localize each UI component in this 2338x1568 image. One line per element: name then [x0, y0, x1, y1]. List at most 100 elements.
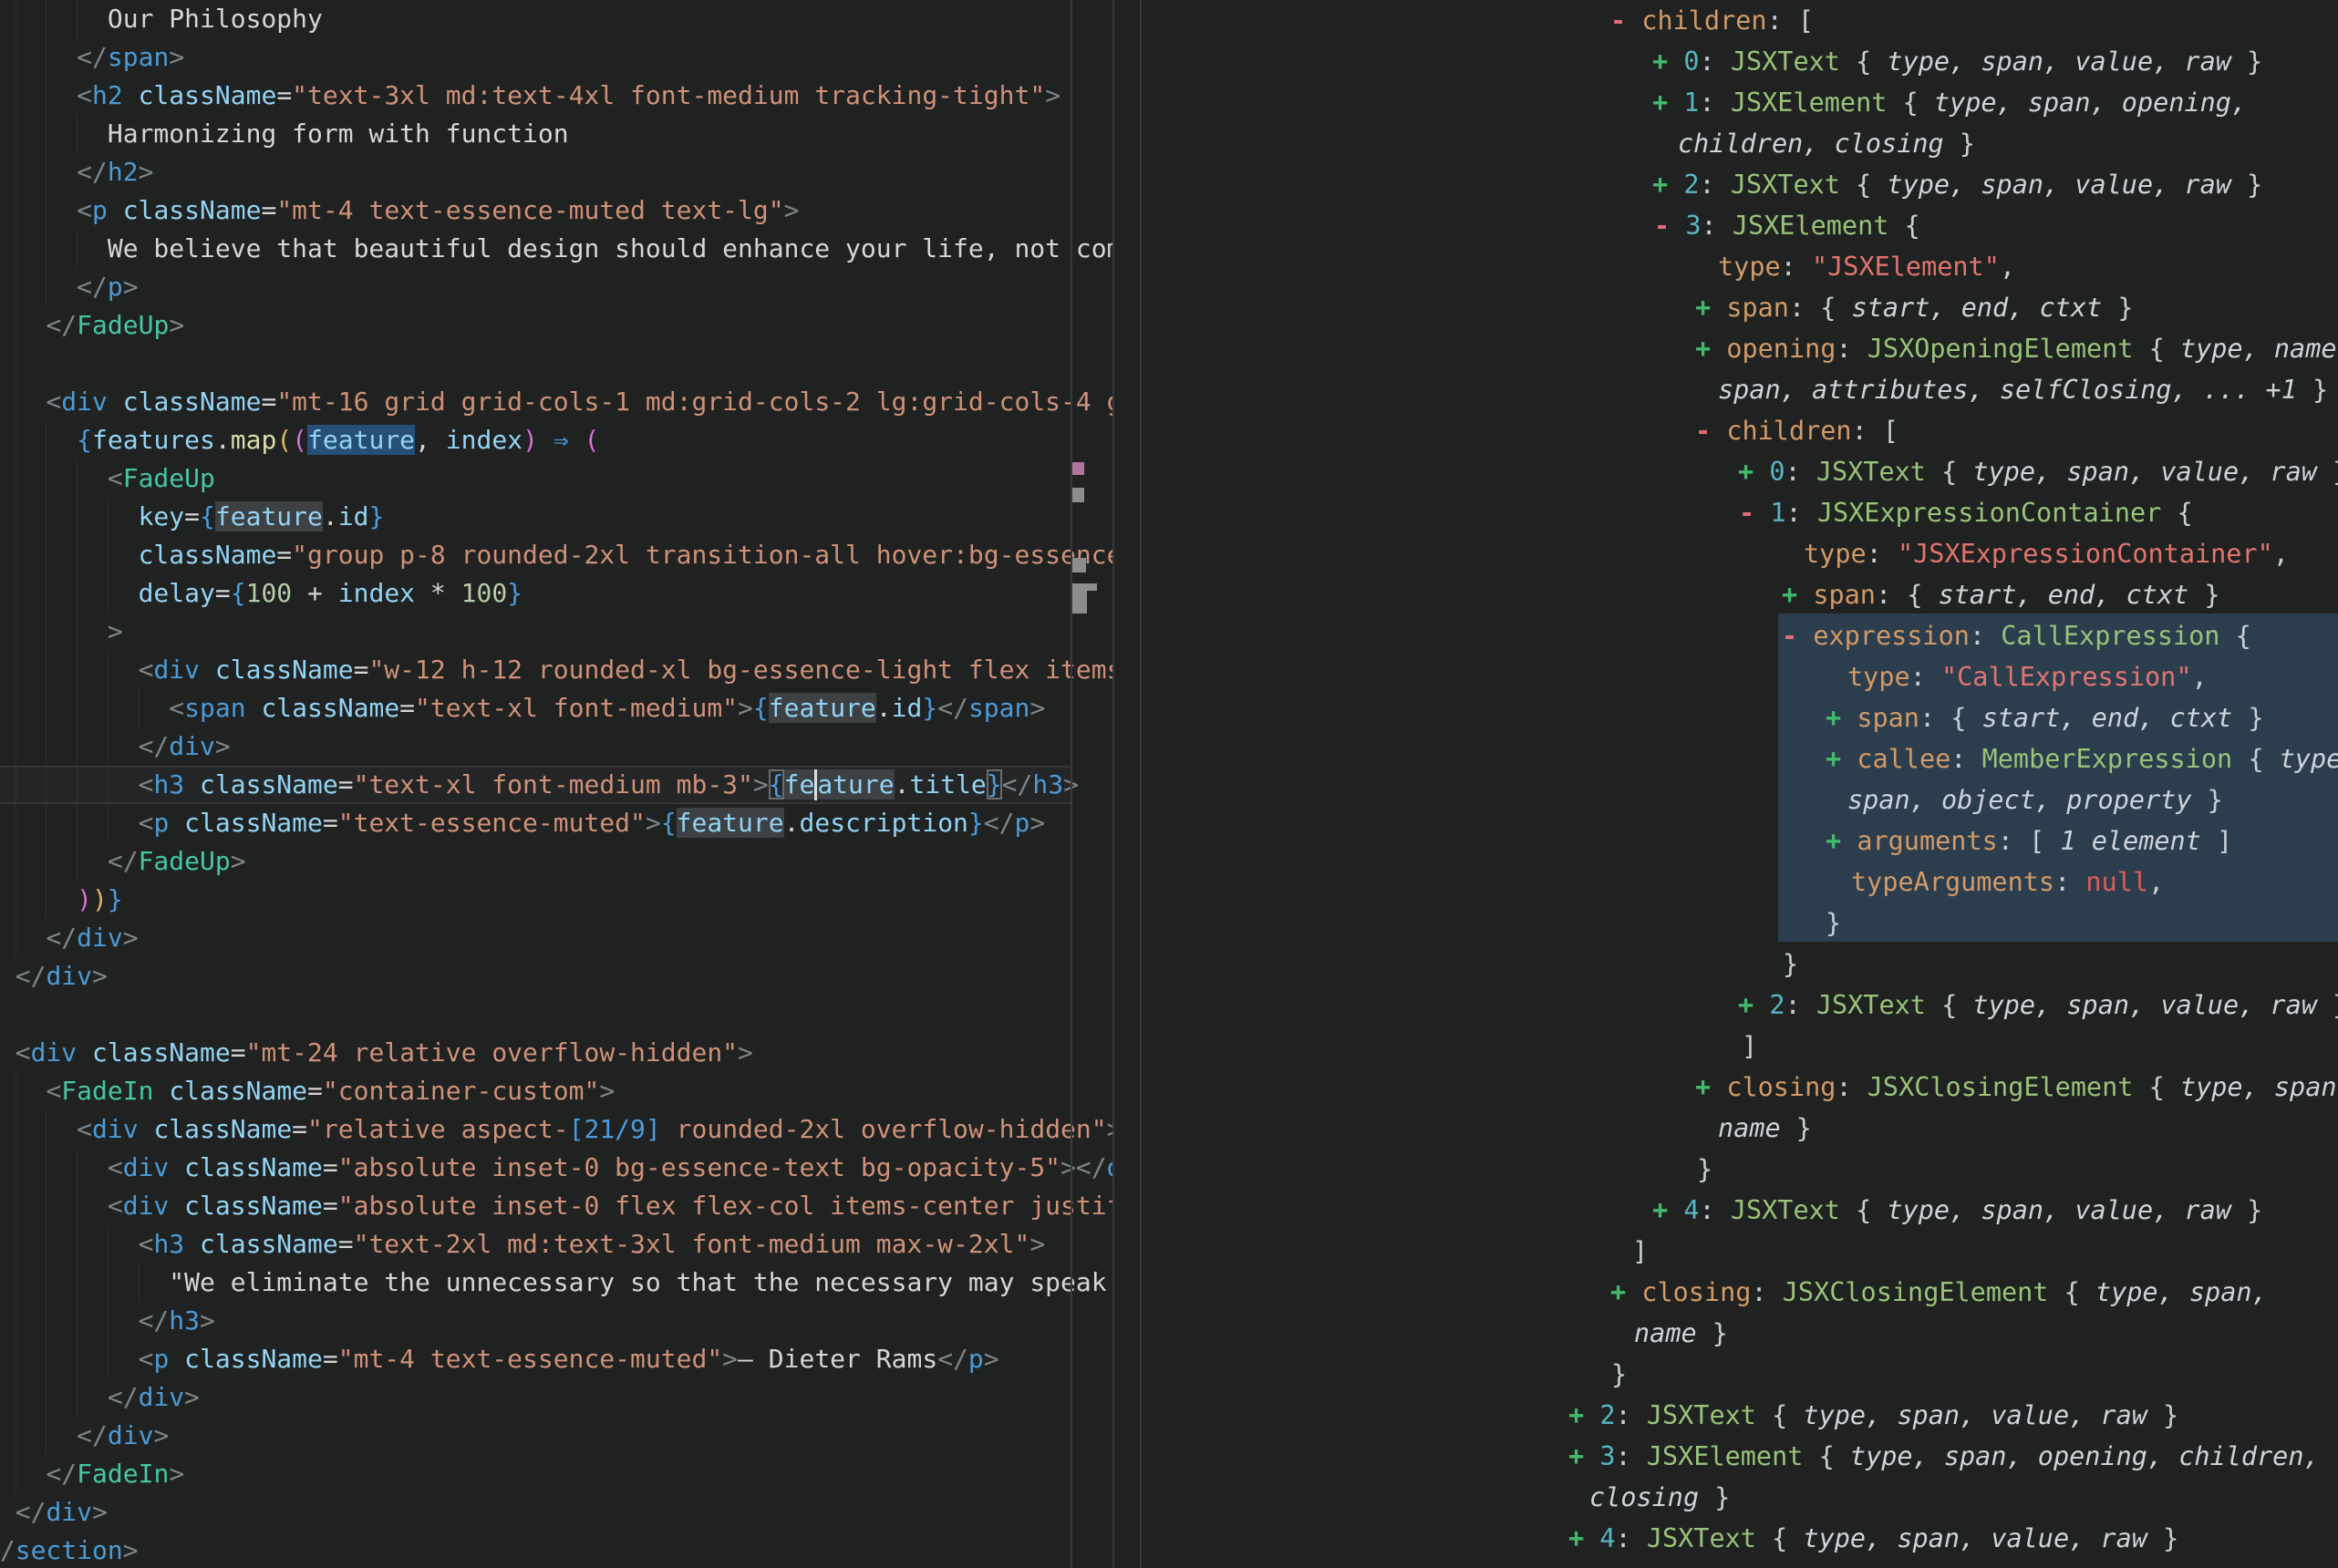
code-line[interactable]: <p className="mt-4 text-essence-muted te…: [0, 191, 1112, 230]
ast-node-row[interactable]: + closing: JSXClosingElement { type, spa…: [1140, 1067, 2338, 1108]
indent-guide: [77, 613, 78, 651]
expand-icon[interactable]: +: [1826, 703, 1857, 733]
collapse-icon[interactable]: -: [1695, 416, 1726, 446]
code-line[interactable]: </FadeIn>: [0, 1455, 1112, 1493]
minimap-block: [1072, 591, 1087, 614]
pane-divider[interactable]: [1071, 0, 1072, 1568]
expand-icon[interactable]: +: [1652, 170, 1683, 200]
expand-icon[interactable]: +: [1695, 334, 1726, 364]
pane-divider[interactable]: [1140, 0, 1142, 1568]
expand-icon[interactable]: +: [1782, 580, 1813, 610]
ast-node-row[interactable]: + span: { start, end, ctxt }: [1140, 287, 2338, 328]
code-line[interactable]: [0, 345, 1112, 383]
expand-icon[interactable]: +: [1652, 88, 1683, 118]
ast-node-row[interactable]: + opening: JSXOpeningElement { type, nam…: [1140, 328, 2338, 369]
code-line[interactable]: </FadeUp>: [0, 306, 1112, 345]
code-line[interactable]: <span className="text-xl font-medium">{f…: [0, 689, 1112, 727]
code-line-current[interactable]: <h3 className="text-xl font-medium mb-3"…: [0, 766, 1071, 804]
ast-node-row[interactable]: + 0: JSXText { type, span, value, raw }: [1140, 41, 2338, 82]
pane-divider[interactable]: [1112, 0, 1114, 1568]
ast-node-row[interactable]: + 2: JSXText { type, span, value, raw }: [1140, 164, 2338, 205]
expand-icon[interactable]: +: [1695, 293, 1726, 323]
ast-node-row[interactable]: + 1: JSXElement { type, span, opening,: [1140, 82, 2338, 123]
code-line[interactable]: </div>: [0, 919, 1112, 957]
code-line[interactable]: className="group p-8 rounded-2xl transit…: [0, 536, 1112, 574]
ast-node-row[interactable]: + 4: JSXText { type, span, value, raw }: [1140, 1190, 2338, 1231]
code-line[interactable]: ))}: [0, 881, 1112, 919]
collapse-icon[interactable]: -: [1610, 5, 1641, 36]
ast-node-row[interactable]: - children: [: [1140, 0, 2338, 41]
expand-icon[interactable]: +: [1568, 1400, 1599, 1430]
indent-guide: [46, 230, 47, 268]
ast-node-row[interactable]: - children: [: [1140, 410, 2338, 451]
ast-node-row[interactable]: + 2: JSXText { type, span, value, raw }: [1140, 985, 2338, 1026]
ast-node-row[interactable]: + 3: JSXElement { type, span, opening, c…: [1140, 1436, 2338, 1477]
indent-guide: [46, 574, 47, 613]
code-line[interactable]: </h2>: [0, 153, 1112, 191]
code-line[interactable]: delay={100 + index * 100}: [0, 574, 1112, 613]
code-line[interactable]: </div>: [0, 727, 1112, 766]
expand-icon[interactable]: +: [1826, 744, 1857, 774]
ast-node-row[interactable]: - 3: JSXElement {: [1140, 205, 2338, 246]
ast-node-row[interactable]: + span: { start, end, ctxt }: [1140, 574, 2338, 615]
ast-node-row: type: "JSXExpressionContainer",: [1140, 533, 2338, 574]
code-line[interactable]: </p>: [0, 268, 1112, 306]
code-area: Our Philosophy </span> <h2 className="te…: [0, 0, 1112, 1568]
collapse-icon[interactable]: -: [1654, 211, 1685, 241]
code-line[interactable]: {features.map((feature, index) ⇒ (: [0, 421, 1112, 459]
ast-tree-pane[interactable]: - children: [+ 0: JSXText { type, span, …: [1140, 0, 2338, 1568]
indent-guide: [108, 804, 109, 842]
code-line[interactable]: <FadeUp: [0, 459, 1112, 498]
expand-icon[interactable]: +: [1610, 1277, 1641, 1307]
ast-node-row[interactable]: + arguments: [ 1 element ]: [1140, 820, 2338, 861]
expand-icon[interactable]: +: [1738, 457, 1769, 487]
code-line[interactable]: <div className="relative aspect-[21/9] r…: [0, 1110, 1112, 1149]
code-line[interactable]: <h2 className="text-3xl md:text-4xl font…: [0, 77, 1112, 115]
code-line[interactable]: </div>: [0, 957, 1112, 995]
indent-guide: [108, 651, 109, 689]
collapse-icon[interactable]: -: [1782, 621, 1813, 651]
expand-icon[interactable]: +: [1568, 1441, 1599, 1471]
code-line[interactable]: </span>: [0, 38, 1112, 77]
code-line[interactable]: </div>: [0, 1378, 1112, 1417]
code-line[interactable]: Harmonizing form with function: [0, 115, 1112, 153]
code-line[interactable]: <div className="mt-16 grid grid-cols-1 m…: [0, 383, 1112, 421]
code-line[interactable]: >: [0, 613, 1112, 651]
expand-icon[interactable]: +: [1568, 1523, 1599, 1553]
code-line[interactable]: </FadeUp>: [0, 842, 1112, 881]
code-line[interactable]: <div className="mt-24 relative overflow-…: [0, 1034, 1112, 1072]
indent-guide: [77, 1149, 78, 1187]
code-line[interactable]: <p className="text-essence-muted">{featu…: [0, 804, 1112, 842]
expand-icon[interactable]: +: [1695, 1072, 1726, 1102]
expand-icon[interactable]: +: [1738, 990, 1769, 1020]
expand-icon[interactable]: +: [1826, 826, 1857, 856]
collapse-icon[interactable]: -: [1739, 498, 1770, 528]
code-line[interactable]: <h3 className="text-2xl md:text-3xl font…: [0, 1225, 1112, 1264]
ast-node-row[interactable]: + 0: JSXText { type, span, value, raw }: [1140, 451, 2338, 492]
code-line[interactable]: <p className="mt-4 text-essence-muted">—…: [0, 1340, 1112, 1378]
ast-node-row[interactable]: + closing: JSXClosingElement { type, spa…: [1140, 1272, 2338, 1313]
code-line[interactable]: <div className="absolute inset-0 flex fl…: [0, 1187, 1112, 1225]
ast-node-row[interactable]: + callee: MemberExpression { type,: [1140, 738, 2338, 779]
source-editor-pane[interactable]: Our Philosophy </span> <h2 className="te…: [0, 0, 1112, 1568]
ast-node-row[interactable]: - 1: JSXExpressionContainer {: [1140, 492, 2338, 533]
code-line[interactable]: <div className="w-12 h-12 rounded-xl bg-…: [0, 651, 1112, 689]
ast-node-row[interactable]: + span: { start, end, ctxt }: [1140, 697, 2338, 738]
ast-node-row[interactable]: - expression: CallExpression {: [1140, 615, 2338, 656]
code-line[interactable]: "We eliminate the unnecessary so that th…: [0, 1264, 1112, 1302]
ast-node-row[interactable]: + 4: JSXText { type, span, value, raw }: [1140, 1518, 2338, 1559]
code-line[interactable]: </section>: [0, 1532, 1112, 1568]
code-line[interactable]: </div>: [0, 1417, 1112, 1455]
ast-node-row[interactable]: + 2: JSXText { type, span, value, raw }: [1140, 1395, 2338, 1436]
code-line[interactable]: </div>: [0, 1493, 1112, 1532]
code-line[interactable]: Our Philosophy: [0, 0, 1112, 38]
code-line[interactable]: </h3>: [0, 1302, 1112, 1340]
indent-guide: [77, 842, 78, 881]
expand-icon[interactable]: +: [1652, 1195, 1683, 1225]
code-line[interactable]: <div className="absolute inset-0 bg-esse…: [0, 1149, 1112, 1187]
expand-icon[interactable]: +: [1652, 46, 1683, 77]
code-line[interactable]: [0, 995, 1112, 1034]
code-line[interactable]: <FadeIn className="container-custom">: [0, 1072, 1112, 1110]
code-line[interactable]: key={feature.id}: [0, 498, 1112, 536]
code-line[interactable]: We believe that beautiful design should …: [0, 230, 1112, 268]
